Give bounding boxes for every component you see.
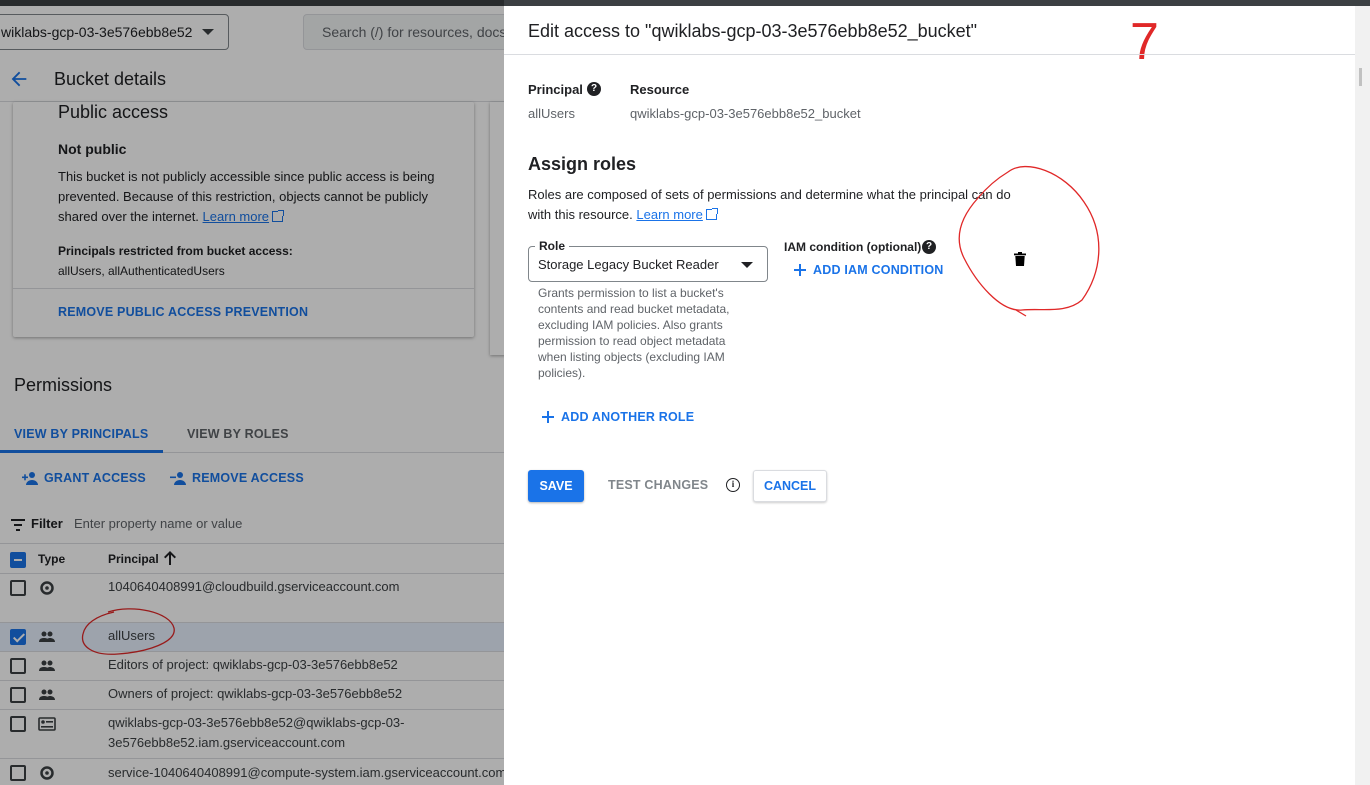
add-iam-condition-button[interactable]: ADD IAM CONDITION <box>794 263 943 277</box>
iam-condition-label: IAM condition (optional) <box>784 240 922 254</box>
role-help-text: Grants permission to list a bucket's con… <box>538 286 730 380</box>
role-select[interactable]: Role Storage Legacy Bucket Reader <box>528 239 768 282</box>
add-iam-condition-label: ADD IAM CONDITION <box>813 263 944 277</box>
resource-label: Resource <box>630 82 690 97</box>
delete-icon[interactable] <box>1014 252 1026 266</box>
test-changes-button[interactable]: TEST CHANGES <box>608 478 708 492</box>
info-icon[interactable]: i <box>726 478 740 492</box>
assign-roles-description-text: Roles are composed of sets of permission… <box>528 187 1011 222</box>
edit-access-panel: Edit access to "qwiklabs-gcp-03-3e576ebb… <box>504 6 1355 785</box>
annotation-number: 7 <box>1130 13 1159 71</box>
help-icon[interactable]: ? <box>587 82 601 96</box>
add-another-role-label: ADD ANOTHER ROLE <box>561 410 695 424</box>
principal-label: Principal <box>528 82 583 97</box>
chevron-down-icon <box>741 262 753 268</box>
plus-icon <box>794 264 806 276</box>
principal-value: allUsers <box>528 106 575 121</box>
external-link-icon <box>705 208 718 220</box>
plus-icon <box>542 411 554 423</box>
scrollbar[interactable] <box>1355 6 1370 785</box>
modal-scrim[interactable] <box>0 0 504 785</box>
divider <box>504 54 1355 55</box>
resource-value: qwiklabs-gcp-03-3e576ebb8e52_bucket <box>630 106 861 121</box>
help-icon[interactable]: ? <box>922 240 936 254</box>
role-value: Storage Legacy Bucket Reader <box>538 257 719 272</box>
add-another-role-button[interactable]: ADD ANOTHER ROLE <box>542 410 694 424</box>
role-label: Role <box>535 239 570 253</box>
cancel-button[interactable]: CANCEL <box>753 470 827 502</box>
assign-roles-description: Roles are composed of sets of permission… <box>528 185 1023 225</box>
save-button[interactable]: SAVE <box>528 470 584 502</box>
learn-more-link[interactable]: Learn more <box>636 207 702 222</box>
assign-roles-title: Assign roles <box>528 154 637 174</box>
panel-title: Edit access to "qwiklabs-gcp-03-3e576ebb… <box>528 21 978 41</box>
